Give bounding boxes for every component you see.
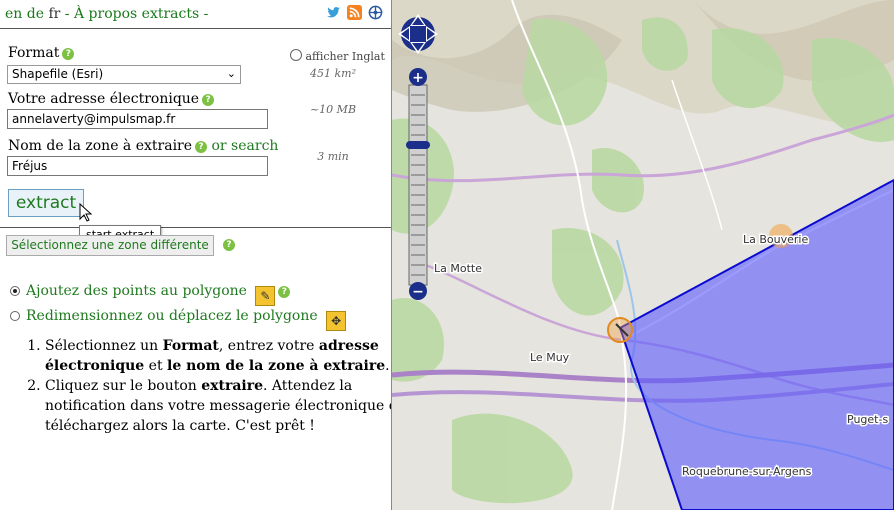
top-icons xyxy=(326,5,383,20)
place-label: Roquebrune-sur-Argens xyxy=(682,465,812,478)
zoom-out-button[interactable]: − xyxy=(409,282,427,300)
map-canvas[interactable]: + − La Motte La Bouverie Le Muy Puget-s … xyxy=(392,0,894,510)
help-icon[interactable]: ? xyxy=(195,141,208,153)
pencil-icon[interactable]: ✎ xyxy=(255,286,276,306)
top-navigation: en de fr - À propos extracts - xyxy=(0,0,391,29)
add-points-radio[interactable] xyxy=(10,286,20,296)
time-value: 3 min xyxy=(317,150,349,163)
email-label: Votre adresse électronique? xyxy=(8,91,215,107)
zoom-slider[interactable] xyxy=(406,84,430,286)
polygon-vertex-handle[interactable] xyxy=(607,317,633,343)
lang-de-link[interactable]: de xyxy=(27,6,44,22)
chevron-down-icon: ⌄ xyxy=(226,67,236,80)
help-icon[interactable]: ? xyxy=(223,239,235,251)
nav-trailing-separator: - xyxy=(203,6,209,22)
move-icon[interactable]: ✥ xyxy=(326,311,347,331)
help-icon[interactable]: ? xyxy=(278,286,291,298)
place-label: Le Muy xyxy=(530,351,570,364)
size-value: ~10 MB xyxy=(309,103,357,116)
format-label: Format? xyxy=(8,45,75,61)
zoom-in-button[interactable]: + xyxy=(409,68,427,86)
email-field[interactable]: annelaverty@impulsmap.fr xyxy=(7,109,268,129)
place-label: La Bouverie xyxy=(743,233,808,246)
show-english-radio[interactable] xyxy=(290,49,302,61)
instructions-list: Sélectionnez un Format, entrez votre adr… xyxy=(5,336,405,436)
format-select[interactable]: Shapefile (Esri) ⌄ xyxy=(7,65,241,84)
extract-button[interactable]: extract xyxy=(8,189,84,217)
zone-label: Nom de la zone à extraire? or search xyxy=(8,138,279,154)
resize-radio[interactable] xyxy=(10,311,20,321)
search-link[interactable]: or search xyxy=(211,138,278,154)
svg-text:+: + xyxy=(412,70,424,86)
instruction-step: Sélectionnez un Format, entrez votre adr… xyxy=(45,336,405,376)
nav-separator: - xyxy=(64,6,70,22)
divider xyxy=(0,227,391,228)
crosshair-icon[interactable] xyxy=(368,5,383,20)
area-value: 451 km² xyxy=(310,67,356,80)
twitter-icon[interactable] xyxy=(326,5,341,20)
rss-icon[interactable] xyxy=(347,5,362,20)
place-label: La Motte xyxy=(434,262,482,275)
svg-text:−: − xyxy=(412,284,424,300)
help-icon[interactable]: ? xyxy=(202,94,215,106)
language-nav: en de fr - À propos extracts - xyxy=(5,6,208,22)
resize-option[interactable]: Redimensionnez ou déplacez le polygone ✥ xyxy=(10,308,347,331)
show-english-option[interactable]: afficher Inglat xyxy=(290,49,385,63)
select-zone-button[interactable]: Sélectionnez une zone différente xyxy=(6,235,214,256)
about-link[interactable]: À propos extracts xyxy=(74,6,199,22)
extract-panel: en de fr - À propos extracts - Format? S… xyxy=(0,0,403,510)
place-label: Puget-s xyxy=(847,413,888,426)
lang-fr-current: fr xyxy=(48,6,61,22)
mouse-cursor-icon xyxy=(79,203,93,222)
zone-name-input[interactable]: Fréjus xyxy=(7,156,268,176)
instruction-step: Cliquez sur le bouton extraire. Attendez… xyxy=(45,376,405,436)
help-icon[interactable]: ? xyxy=(62,48,75,60)
add-points-option[interactable]: Ajoutez des points au polygone ✎? xyxy=(10,283,291,306)
map-view[interactable]: + − La Motte La Bouverie Le Muy Puget-s … xyxy=(392,0,894,510)
lang-en-link[interactable]: en xyxy=(5,6,22,22)
